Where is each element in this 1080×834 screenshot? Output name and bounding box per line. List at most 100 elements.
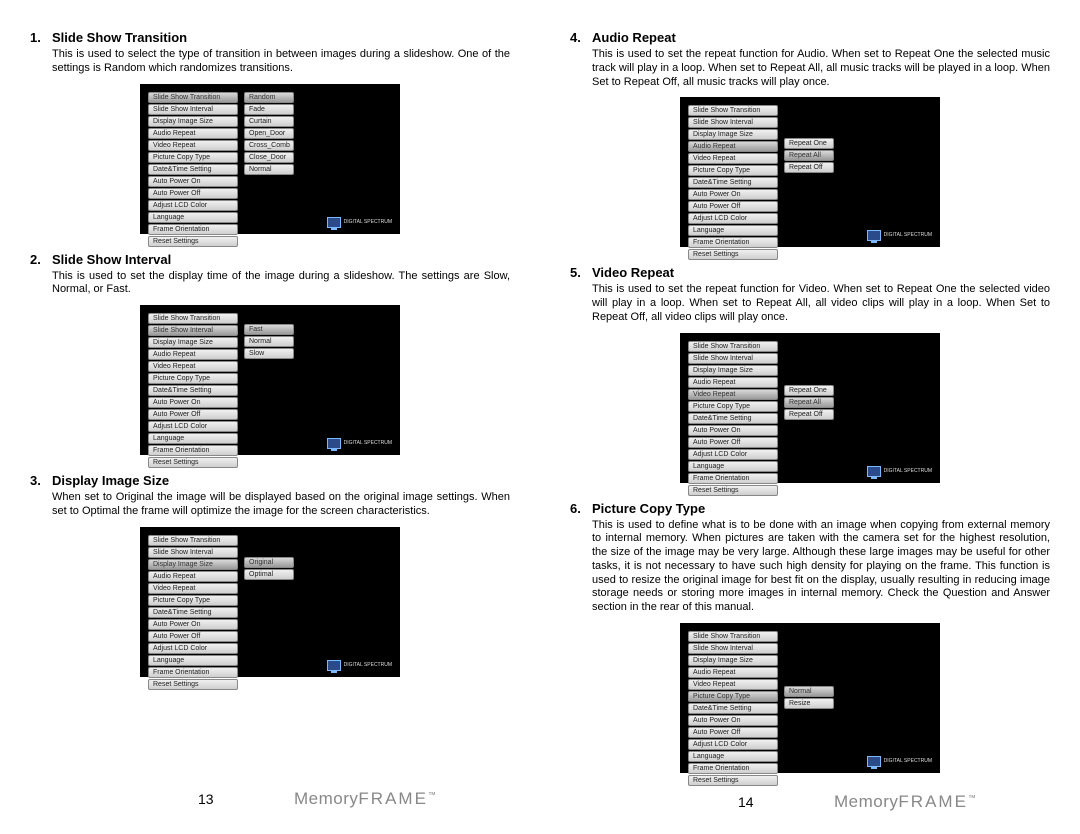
menu-item: Reset Settings	[148, 236, 238, 247]
menu-item: Video Repeat	[148, 361, 238, 372]
menu-item: Picture Copy Type	[148, 373, 238, 384]
menu-item: Slide Show Interval	[688, 117, 778, 128]
page-number-right: 14	[738, 794, 754, 810]
menu-item: Adjust LCD Color	[688, 739, 778, 750]
menu-item: Display Image Size	[688, 129, 778, 140]
menu-item: Auto Power On	[688, 715, 778, 726]
section-title: Audio Repeat	[592, 30, 676, 45]
section-heading: 6.Picture Copy Type	[570, 501, 1050, 516]
menu-item: Picture Copy Type	[688, 401, 778, 412]
footer-left: 13 MemoryFRAME™	[30, 784, 510, 814]
menu-item: Display Image Size	[688, 655, 778, 666]
monitor-icon	[867, 230, 881, 241]
menu-item: Audio Repeat	[688, 377, 778, 388]
menu-right-column: NormalResize	[784, 686, 834, 709]
logo-text: DIGITAL SPECTRUM	[344, 663, 392, 668]
section-heading: 1.Slide Show Transition	[30, 30, 510, 45]
menu-item: Frame Orientation	[688, 763, 778, 774]
logo-text: DIGITAL SPECTRUM	[884, 233, 932, 238]
menu-item: Adjust LCD Color	[148, 421, 238, 432]
section-number: 5.	[570, 265, 592, 280]
submenu-item: Repeat Off	[784, 409, 834, 420]
menu-item: Adjust LCD Color	[688, 449, 778, 460]
digital-spectrum-logo: DIGITAL SPECTRUM	[867, 230, 932, 241]
menu-item: Video Repeat	[688, 679, 778, 690]
menu-item: Audio Repeat	[688, 141, 778, 152]
menu-item: Audio Repeat	[148, 349, 238, 360]
menu-item: Date&Time Setting	[688, 703, 778, 714]
menu-item: Language	[148, 655, 238, 666]
digital-spectrum-logo: DIGITAL SPECTRUM	[327, 438, 392, 449]
menu-right-column: Repeat OneRepeat AllRepeat Off	[784, 385, 834, 420]
submenu-item: Repeat One	[784, 385, 834, 396]
menu-item: Video Repeat	[148, 583, 238, 594]
section-heading: 5.Video Repeat	[570, 265, 1050, 280]
section-title: Video Repeat	[592, 265, 674, 280]
menu-right-column: OriginalOptimal	[244, 557, 294, 580]
digital-spectrum-logo: DIGITAL SPECTRUM	[327, 660, 392, 671]
menu-item: Date&Time Setting	[148, 607, 238, 618]
menu-item: Reset Settings	[688, 249, 778, 260]
submenu-item: Repeat All	[784, 150, 834, 161]
content-left: 1.Slide Show TransitionThis is used to s…	[30, 30, 510, 784]
menu-screenshot: Slide Show TransitionSlide Show Interval…	[680, 97, 940, 247]
section-number: 1.	[30, 30, 52, 45]
menu-item: Language	[148, 433, 238, 444]
menu-item: Auto Power Off	[148, 188, 238, 199]
brand-logo: MemoryFRAME™	[834, 792, 976, 812]
section: 1.Slide Show TransitionThis is used to s…	[30, 30, 510, 234]
menu-screenshot: Slide Show TransitionSlide Show Interval…	[140, 527, 400, 677]
page-number-left: 13	[198, 791, 214, 807]
section: 4.Audio RepeatThis is used to set the re…	[570, 30, 1050, 247]
section-number: 2.	[30, 252, 52, 267]
submenu-item: Fade	[244, 104, 294, 115]
section-title: Display Image Size	[52, 473, 169, 488]
submenu-item: Repeat One	[784, 138, 834, 149]
menu-item: Frame Orientation	[688, 237, 778, 248]
menu-item: Adjust LCD Color	[148, 643, 238, 654]
menu-item: Slide Show Interval	[148, 325, 238, 336]
menu-item: Picture Copy Type	[148, 152, 238, 163]
menu-item: Frame Orientation	[688, 473, 778, 484]
submenu-item: Normal	[244, 336, 294, 347]
menu-item: Auto Power On	[688, 425, 778, 436]
section-number: 6.	[570, 501, 592, 516]
menu-item: Reset Settings	[148, 457, 238, 468]
section: 3.Display Image SizeWhen set to Original…	[30, 473, 510, 677]
monitor-icon	[867, 756, 881, 767]
menu-item: Auto Power On	[148, 176, 238, 187]
menu-item: Slide Show Interval	[148, 104, 238, 115]
monitor-icon	[327, 660, 341, 671]
menu-item: Adjust LCD Color	[688, 213, 778, 224]
menu-item: Slide Show Transition	[148, 92, 238, 103]
digital-spectrum-logo: DIGITAL SPECTRUM	[867, 466, 932, 477]
menu-item: Language	[148, 212, 238, 223]
submenu-item: Cross_Comb	[244, 140, 294, 151]
menu-item: Auto Power On	[688, 189, 778, 200]
submenu-item: Repeat Off	[784, 162, 834, 173]
submenu-item: Curtain	[244, 116, 294, 127]
menu-right-column: FastNormalSlow	[244, 324, 294, 359]
page-left: 1.Slide Show TransitionThis is used to s…	[0, 0, 540, 834]
section: 6.Picture Copy TypeThis is used to defin…	[570, 501, 1050, 773]
menu-item: Video Repeat	[148, 140, 238, 151]
submenu-item: Repeat All	[784, 397, 834, 408]
section-title: Slide Show Interval	[52, 252, 171, 267]
submenu-item: Resize	[784, 698, 834, 709]
section-body: This is used to define what is to be don…	[592, 519, 1050, 615]
menu-item: Video Repeat	[688, 153, 778, 164]
section-number: 4.	[570, 30, 592, 45]
submenu-item: Original	[244, 557, 294, 568]
monitor-icon	[327, 217, 341, 228]
menu-item: Audio Repeat	[148, 128, 238, 139]
submenu-item: Fast	[244, 324, 294, 335]
menu-item: Audio Repeat	[688, 667, 778, 678]
menu-item: Auto Power On	[148, 619, 238, 630]
logo-text: DIGITAL SPECTRUM	[344, 220, 392, 225]
submenu-item: Slow	[244, 348, 294, 359]
menu-item: Picture Copy Type	[688, 691, 778, 702]
section-body: This is used to select the type of trans…	[52, 48, 510, 76]
section-body: This is used to set the repeat function …	[592, 283, 1050, 324]
menu-screenshot: Slide Show TransitionSlide Show Interval…	[140, 305, 400, 455]
menu-item: Auto Power Off	[688, 201, 778, 212]
